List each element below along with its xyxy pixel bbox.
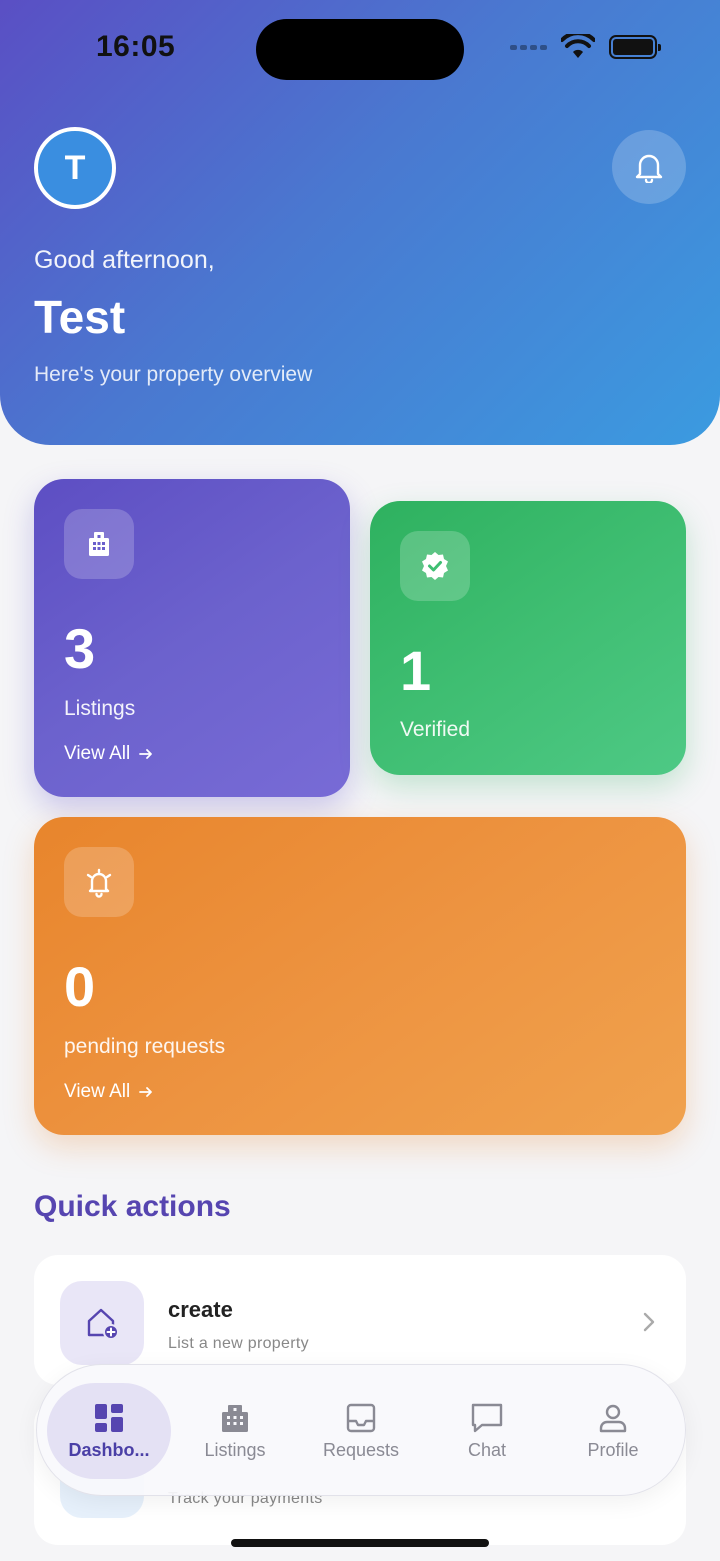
status-time: 16:05 — [96, 30, 176, 63]
chevron-right-icon — [643, 1312, 655, 1332]
nav-profile[interactable]: Profile — [551, 1383, 675, 1479]
verified-count: 1 — [400, 639, 432, 702]
listings-label: Listings — [64, 697, 136, 720]
building-icon — [64, 509, 134, 579]
quick-actions-title: Quick actions — [34, 1190, 231, 1223]
header-subtitle: Here's your property overview — [34, 363, 313, 386]
pending-count: 0 — [64, 955, 96, 1018]
bell-icon — [635, 154, 663, 183]
header: 16:05 T Good afternoon, Test Here's your… — [0, 0, 720, 445]
wifi-icon — [561, 34, 595, 58]
greeting: Good afternoon, — [34, 246, 215, 274]
chat-icon — [471, 1403, 503, 1432]
verified-stat-card[interactable]: 1 Verified — [370, 501, 686, 775]
battery-icon — [609, 35, 661, 59]
verified-badge-icon — [400, 531, 470, 601]
user-name: Test — [34, 291, 126, 343]
listings-view-all-link[interactable]: View All — [64, 743, 154, 765]
pending-label: pending requests — [64, 1035, 226, 1058]
home-add-icon — [60, 1281, 144, 1365]
create-action-title: create — [168, 1297, 233, 1322]
inbox-icon — [346, 1403, 376, 1432]
status-icons — [510, 34, 661, 60]
bottom-navigation: Dashbo... Listings Requests Chat Profile — [36, 1364, 686, 1496]
listings-stat-card[interactable]: 3 Listings View All — [34, 479, 350, 797]
dynamic-island — [256, 19, 464, 80]
dashboard-icon — [95, 1403, 123, 1432]
arrow-right-icon — [139, 749, 153, 759]
listings-count: 3 — [64, 617, 96, 680]
nav-chat[interactable]: Chat — [425, 1383, 549, 1479]
verified-label: Verified — [400, 718, 471, 741]
nav-listings[interactable]: Listings — [173, 1383, 297, 1479]
alarm-bell-icon — [64, 847, 134, 917]
arrow-right-icon — [139, 1087, 153, 1097]
create-action-subtitle: List a new property — [168, 1335, 309, 1352]
person-icon — [599, 1404, 627, 1432]
notifications-button[interactable] — [612, 130, 686, 204]
nav-dashboard[interactable]: Dashbo... — [47, 1383, 171, 1479]
pending-requests-card[interactable]: 0 pending requests View All — [34, 817, 686, 1135]
building-icon — [222, 1404, 248, 1432]
pending-view-all-link[interactable]: View All — [64, 1081, 154, 1103]
home-indicator[interactable] — [231, 1539, 489, 1547]
nav-requests[interactable]: Requests — [299, 1383, 423, 1479]
cellular-signal-icon — [510, 44, 547, 50]
avatar[interactable]: T — [34, 127, 116, 209]
